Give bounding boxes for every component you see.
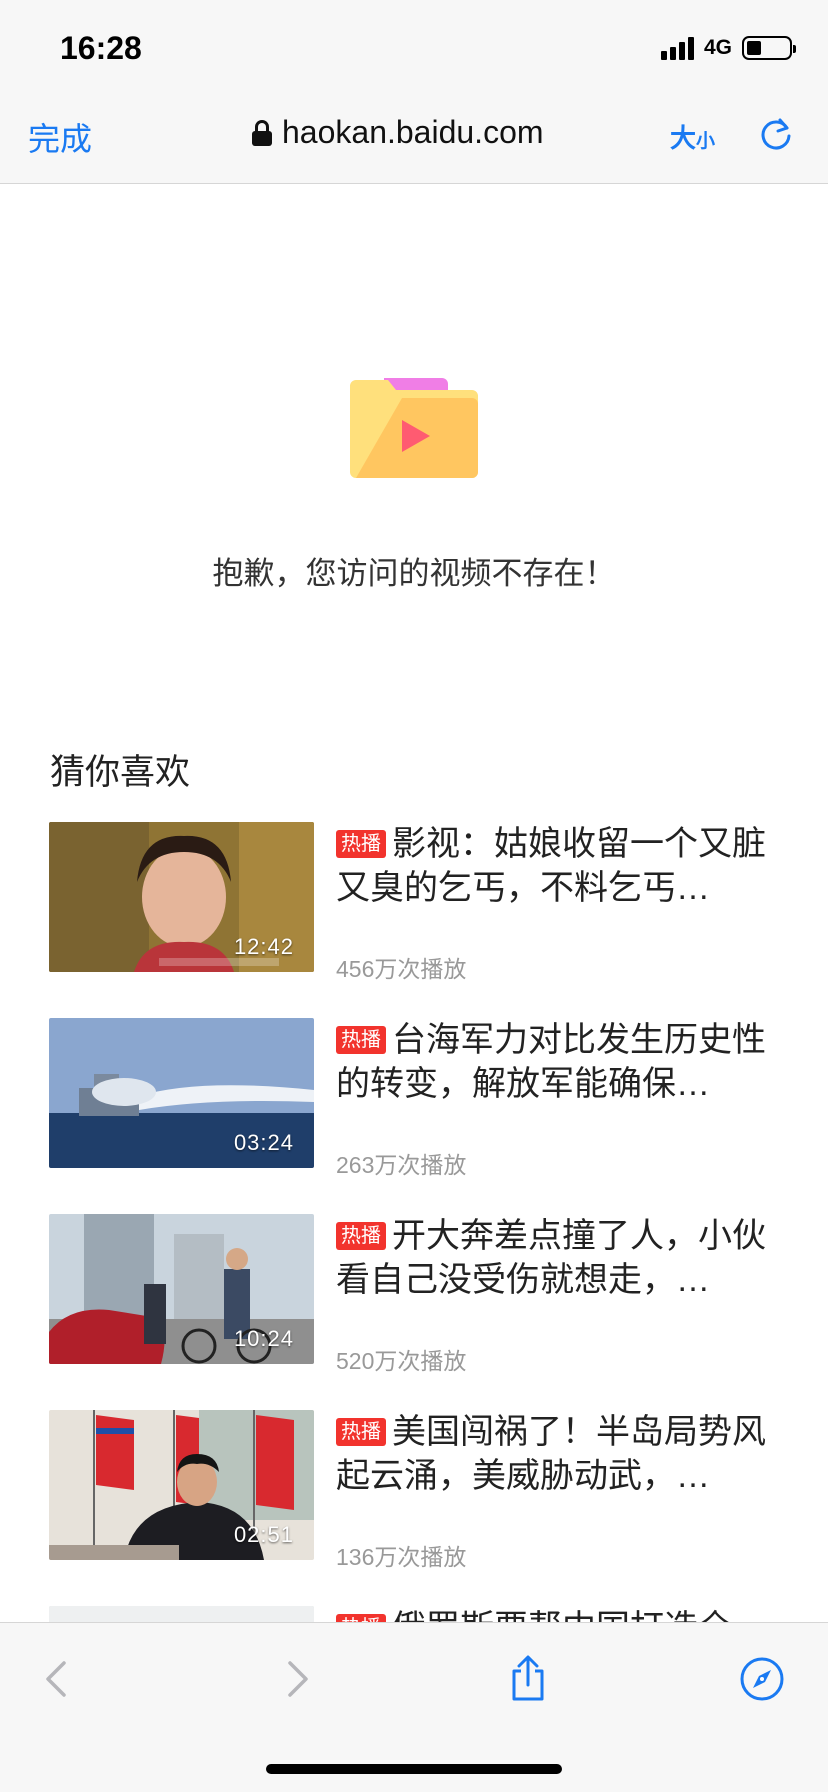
video-item[interactable]: 03:24 热播 台海军力对比发生历史性的转变，解放军能确保… 263万次播放 xyxy=(49,1018,779,1178)
video-thumbnail[interactable]: 02:51 xyxy=(49,1410,314,1560)
hot-badge: 热播 xyxy=(336,1026,386,1054)
video-duration: 12:42 xyxy=(233,934,294,959)
signal-icon xyxy=(660,36,694,60)
video-title[interactable]: 热播 美国闯祸了！半岛局势风起云涌，美威胁动武，… xyxy=(336,1410,776,1498)
reload-icon[interactable] xyxy=(756,114,796,154)
section-title: 猜你喜欢 xyxy=(50,753,191,792)
video-item[interactable]: 10:24 热播 开大奔差点撞了人，小伙看自己没受伤就想走，… 520万次播放 xyxy=(49,1214,779,1374)
video-thumbnail[interactable]: 12:42 xyxy=(49,822,314,972)
back-icon[interactable] xyxy=(34,1655,82,1703)
forward-icon[interactable] xyxy=(272,1655,320,1703)
hot-badge: 热播 xyxy=(336,1222,386,1250)
share-icon[interactable] xyxy=(504,1655,552,1703)
play-count: 520万次播放 xyxy=(336,1348,467,1374)
video-thumbnail[interactable]: 10:24 xyxy=(49,1214,314,1364)
play-count: 136万次播放 xyxy=(336,1544,467,1570)
url-text: haokan.baidu.com xyxy=(282,114,544,150)
done-button[interactable]: 完成 xyxy=(28,114,92,160)
network-type: 4G xyxy=(703,36,732,59)
video-title[interactable]: 热播 台海军力对比发生历史性的转变，解放军能确保… xyxy=(336,1018,776,1106)
video-item[interactable]: 02:51 热播 美国闯祸了！半岛局势风起云涌，美威胁动武，… 136万次播放 xyxy=(49,1410,779,1570)
play-count: 456万次播放 xyxy=(336,956,467,982)
video-title[interactable]: 热播 影视：姑娘收留一个又脏又臭的乞丐，不料乞丐… xyxy=(336,822,776,910)
video-thumbnail[interactable]: 03:24 xyxy=(49,1018,314,1168)
folder-video-icon xyxy=(350,378,478,478)
home-indicator xyxy=(266,1764,562,1774)
video-item[interactable]: 12:42 热播 影视：姑娘收留一个又脏又臭的乞丐，不料乞丐… 456万次播放 xyxy=(49,822,779,982)
status-time: 16:28 xyxy=(60,30,142,66)
status-bar: 16:28 4G xyxy=(0,0,828,92)
battery-icon xyxy=(742,36,796,60)
browser-address-bar: 完成 haokan.baidu.com 大小 xyxy=(0,92,828,184)
hot-badge: 热播 xyxy=(336,1418,386,1446)
text-size-button[interactable]: 大小 xyxy=(670,118,715,155)
video-title[interactable]: 热播 开大奔差点撞了人，小伙看自己没受伤就想走，… xyxy=(336,1214,776,1302)
status-indicators: 4G xyxy=(660,36,796,60)
url-field[interactable]: haokan.baidu.com xyxy=(252,114,544,151)
compass-icon[interactable] xyxy=(738,1655,786,1703)
hot-badge: 热播 xyxy=(336,830,386,858)
lock-icon xyxy=(252,119,272,146)
video-duration: 02:51 xyxy=(233,1522,294,1547)
video-duration: 10:24 xyxy=(233,1326,294,1351)
error-message: 抱歉，您访问的视频不存在！ xyxy=(212,556,616,591)
video-duration: 03:24 xyxy=(233,1130,294,1155)
play-count: 263万次播放 xyxy=(336,1152,467,1178)
